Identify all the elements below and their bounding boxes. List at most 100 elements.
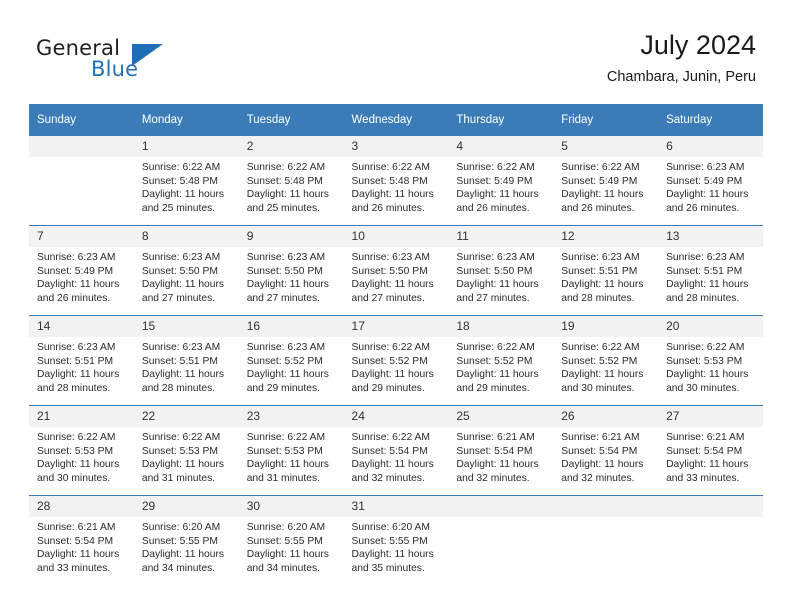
day-number: 1 (133, 136, 239, 157)
calendar-table-wrapper: Sunday Monday Tuesday Wednesday Thursday Frid… (29, 104, 763, 585)
daylight-duration-line1: Daylight: 11 hours (351, 369, 434, 381)
day-cell-content: 8 Sunrise: 6:23 AM Sunset: 5:50 PM Daylight… (133, 226, 239, 315)
calendar-day-cell[interactable]: 11 Sunrise: 6:23 AM Sunset: 5:50 PM Dayligh… (448, 225, 554, 316)
sunset-time: Sunset: 5:51 PM (37, 355, 114, 367)
sunrise-time: Sunrise: 6:23 AM (246, 342, 326, 353)
daylight-duration-line2: and 26 minutes. (561, 202, 635, 214)
daylight-duration-line1: Daylight: 11 hours (456, 279, 539, 291)
calendar-day-cell[interactable]: 4 Sunrise: 6:22 AM Sunset: 5:49 PM Daylight… (448, 136, 554, 226)
daylight-duration-line2: and 30 minutes. (37, 472, 111, 484)
calendar-day-cell[interactable]: 23 Sunrise: 6:22 AM Sunset: 5:53 PM Dayligh… (238, 405, 344, 496)
day-number: 26 (553, 406, 659, 427)
calendar-day-cell[interactable]: 29 Sunrise: 6:20 AM Sunset: 5:55 PM Dayligh… (133, 495, 239, 585)
day-number: 22 (133, 406, 239, 427)
sunset-time: Sunset: 5:54 PM (456, 445, 533, 457)
sunrise-time: Sunrise: 6:22 AM (561, 162, 640, 173)
calendar-page: General Blue July 2024 Chambara, Junin, … (0, 0, 792, 612)
calendar-day-cell[interactable]: 27 Sunrise: 6:21 AM Sunset: 5:54 PM Dayligh… (658, 405, 763, 496)
day-number: 30 (238, 496, 344, 517)
day-details: Sunrise: 6:21 AM Sunset: 5:54 PM Daylight:… (448, 427, 553, 485)
day-number (658, 496, 763, 517)
calendar-day-cell[interactable]: 28 Sunrise: 6:21 AM Sunset: 5:54 PM Dayligh… (29, 495, 134, 585)
day-cell-content (29, 136, 134, 225)
day-details: Sunrise: 6:20 AM Sunset: 5:55 PM Daylight:… (134, 517, 239, 575)
day-details: Sunrise: 6:23 AM Sunset: 5:49 PM Daylight:… (29, 247, 134, 305)
daylight-duration-line1: Daylight: 11 hours (666, 369, 749, 381)
calendar-day-cell[interactable]: 10 Sunrise: 6:23 AM Sunset: 5:50 PM Dayligh… (343, 225, 449, 316)
day-details: Sunrise: 6:22 AM Sunset: 5:48 PM Daylight:… (239, 157, 344, 215)
calendar-day-cell[interactable]: 31 Sunrise: 6:20 AM Sunset: 5:55 PM Dayligh… (343, 495, 449, 585)
calendar-day-cell[interactable]: 21 Sunrise: 6:22 AM Sunset: 5:53 PM Dayligh… (29, 405, 134, 496)
sunset-time: Sunset: 5:49 PM (666, 175, 743, 187)
calendar-day-cell[interactable]: 8 Sunrise: 6:23 AM Sunset: 5:50 PM Daylight… (133, 225, 239, 316)
sunset-time: Sunset: 5:53 PM (246, 445, 323, 457)
day-details: Sunrise: 6:21 AM Sunset: 5:54 PM Daylight:… (29, 517, 134, 575)
day-number: 31 (343, 496, 449, 517)
calendar-header-row: Sunday Monday Tuesday Wednesday Thursday Frid… (29, 104, 763, 136)
day-details: Sunrise: 6:23 AM Sunset: 5:50 PM Daylight:… (134, 247, 239, 305)
calendar-day-cell[interactable]: 19 Sunrise: 6:22 AM Sunset: 5:52 PM Dayligh… (553, 315, 659, 406)
sunset-time: Sunset: 5:48 PM (246, 175, 323, 187)
weekday-header-friday: Friday (553, 104, 659, 136)
calendar-day-cell[interactable]: 2 Sunrise: 6:22 AM Sunset: 5:48 PM Daylight… (238, 136, 344, 226)
calendar-day-cell[interactable]: 30 Sunrise: 6:20 AM Sunset: 5:55 PM Dayligh… (238, 495, 344, 585)
page-subtitle-location: Chambara, Junin, Peru (606, 69, 756, 85)
page-title: July 2024 (640, 30, 756, 60)
sunrise-time: Sunrise: 6:22 AM (351, 162, 430, 173)
sunrise-time: Sunrise: 6:21 AM (666, 432, 745, 443)
calendar-day-cell[interactable]: 18 Sunrise: 6:22 AM Sunset: 5:52 PM Dayligh… (448, 315, 554, 406)
calendar-day-cell[interactable]: 6 Sunrise: 6:23 AM Sunset: 5:49 PM Daylight… (658, 136, 763, 226)
sunset-time: Sunset: 5:53 PM (666, 355, 743, 367)
sunset-time: Sunset: 5:51 PM (561, 265, 638, 277)
calendar-week-row: 28 Sunrise: 6:21 AM Sunset: 5:54 PM Dayligh… (29, 495, 763, 585)
day-details: Sunrise: 6:22 AM Sunset: 5:53 PM Daylight:… (29, 427, 134, 485)
sunset-time: Sunset: 5:51 PM (666, 265, 743, 277)
logo-text-blue: Blue (91, 57, 139, 81)
daylight-duration-line1: Daylight: 11 hours (246, 459, 329, 471)
day-cell-content: 7 Sunrise: 6:23 AM Sunset: 5:49 PM Daylight… (29, 226, 134, 315)
daylight-duration-line1: Daylight: 11 hours (561, 459, 644, 471)
calendar-day-cell[interactable]: 14 Sunrise: 6:23 AM Sunset: 5:51 PM Dayligh… (29, 315, 134, 406)
sunset-time: Sunset: 5:50 PM (456, 265, 533, 277)
daylight-duration-line2: and 27 minutes. (351, 292, 425, 304)
calendar-day-cell[interactable]: 24 Sunrise: 6:22 AM Sunset: 5:54 PM Dayligh… (343, 405, 449, 496)
day-cell-content: 18 Sunrise: 6:22 AM Sunset: 5:52 PM Dayligh… (448, 316, 554, 405)
day-cell-content: 16 Sunrise: 6:23 AM Sunset: 5:52 PM Dayligh… (238, 316, 344, 405)
day-cell-content: 12 Sunrise: 6:23 AM Sunset: 5:51 PM Dayligh… (553, 226, 659, 315)
sunrise-time: Sunrise: 6:20 AM (246, 522, 326, 533)
calendar-day-cell[interactable]: 9 Sunrise: 6:23 AM Sunset: 5:50 PM Daylight… (238, 225, 344, 316)
day-details: Sunrise: 6:22 AM Sunset: 5:53 PM Daylight:… (239, 427, 344, 485)
day-number: 9 (238, 226, 344, 247)
daylight-duration-line1: Daylight: 11 hours (351, 189, 434, 201)
calendar-day-cell[interactable]: 16 Sunrise: 6:23 AM Sunset: 5:52 PM Dayligh… (238, 315, 344, 406)
calendar-day-cell[interactable]: 25 Sunrise: 6:21 AM Sunset: 5:54 PM Dayligh… (448, 405, 554, 496)
day-number: 2 (238, 136, 344, 157)
general-blue-logo[interactable]: General Blue (36, 36, 176, 82)
day-number: 5 (553, 136, 659, 157)
day-cell-content: 15 Sunrise: 6:23 AM Sunset: 5:51 PM Dayligh… (133, 316, 239, 405)
calendar-day-cell[interactable]: 13 Sunrise: 6:23 AM Sunset: 5:51 PM Dayligh… (658, 225, 763, 316)
day-cell-content: 26 Sunrise: 6:21 AM Sunset: 5:54 PM Dayligh… (553, 406, 659, 495)
day-details: Sunrise: 6:20 AM Sunset: 5:55 PM Daylight:… (239, 517, 344, 575)
day-number: 21 (29, 406, 134, 427)
sunset-time: Sunset: 5:50 PM (246, 265, 323, 277)
sunset-time: Sunset: 5:50 PM (141, 265, 218, 277)
calendar-day-cell[interactable]: 1 Sunrise: 6:22 AM Sunset: 5:48 PM Daylight… (133, 136, 239, 226)
daylight-duration-line2: and 29 minutes. (351, 382, 425, 394)
calendar-day-cell[interactable]: 20 Sunrise: 6:22 AM Sunset: 5:53 PM Dayligh… (658, 315, 763, 406)
calendar-day-cell[interactable]: 26 Sunrise: 6:21 AM Sunset: 5:54 PM Dayligh… (553, 405, 659, 496)
calendar-day-cell[interactable]: 12 Sunrise: 6:23 AM Sunset: 5:51 PM Dayligh… (553, 225, 659, 316)
calendar-day-cell[interactable]: 3 Sunrise: 6:22 AM Sunset: 5:48 PM Daylight… (343, 136, 449, 226)
weekday-header-thursday: Thursday (448, 104, 554, 136)
sunrise-time: Sunrise: 6:23 AM (37, 252, 116, 263)
calendar-day-cell[interactable]: 7 Sunrise: 6:23 AM Sunset: 5:49 PM Daylight… (29, 225, 134, 316)
day-number (29, 136, 134, 157)
calendar-day-cell[interactable]: 22 Sunrise: 6:22 AM Sunset: 5:53 PM Dayligh… (133, 405, 239, 496)
daylight-duration-line2: and 27 minutes. (246, 292, 320, 304)
calendar-day-cell[interactable]: 17 Sunrise: 6:22 AM Sunset: 5:52 PM Dayligh… (343, 315, 449, 406)
daylight-duration-line2: and 33 minutes. (37, 562, 111, 574)
calendar-day-cell[interactable]: 15 Sunrise: 6:23 AM Sunset: 5:51 PM Dayligh… (133, 315, 239, 406)
sunset-time: Sunset: 5:52 PM (246, 355, 323, 367)
day-cell-content: 1 Sunrise: 6:22 AM Sunset: 5:48 PM Daylight… (133, 136, 239, 225)
calendar-day-cell[interactable]: 5 Sunrise: 6:22 AM Sunset: 5:49 PM Daylight… (553, 136, 659, 226)
